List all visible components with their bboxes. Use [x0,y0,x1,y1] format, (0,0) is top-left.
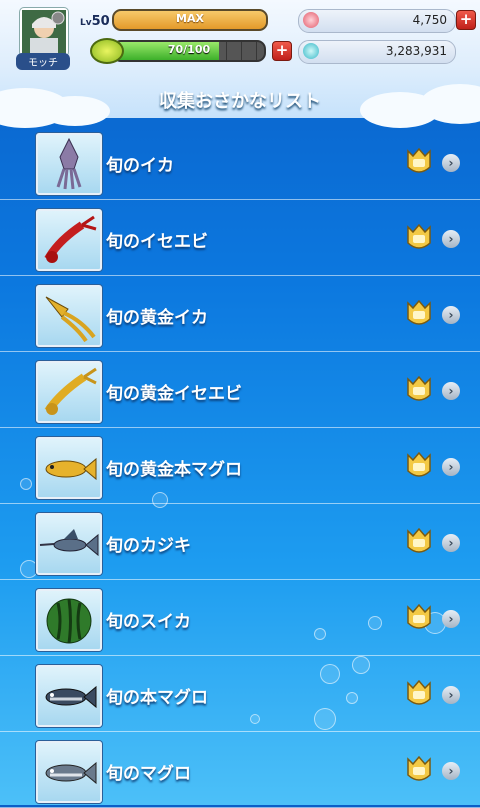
chevron-right-icon[interactable]: › [442,534,460,552]
list-item[interactable]: 旬のイカ › [0,124,480,200]
list-item[interactable]: 旬のカジキ › [0,504,480,580]
list-item[interactable]: 旬のマグロ › [0,732,480,808]
crown-badge-icon [407,375,431,401]
crown-badge-icon [407,679,431,705]
item-label: 旬の黄金イセエビ [106,384,242,404]
item-label: 旬の本マグロ [106,688,208,708]
player-name: モッチ [16,53,70,70]
tuna-icon [36,741,102,803]
list-item[interactable]: 旬のスイカ › [0,580,480,656]
chevron-right-icon[interactable]: › [442,382,460,400]
stamina-bar: 70/100 [112,40,266,62]
list-item[interactable]: 旬の黄金イカ › [0,276,480,352]
item-label: 旬の黄金イカ [106,308,208,328]
list-item[interactable]: 旬の本マグロ › [0,656,480,732]
crown-badge-icon [407,451,431,477]
exp-bar: MAX [112,9,268,31]
item-label: 旬のスイカ [106,612,191,632]
squid-icon [36,133,102,195]
crown-badge-icon [407,147,431,173]
exp-label: MAX [176,12,204,25]
gem-counter: 4,750 [298,9,456,33]
lobster-icon [36,209,102,271]
golden-squid-icon [36,285,102,347]
avatar[interactable] [20,8,68,56]
page-title: 収集おさかなリスト [159,91,321,112]
fish-list: 旬のイカ › 旬のイセエビ › 旬の黄金イカ › 旬の黄金イセエビ › 旬の黄金… [0,124,480,808]
coin-counter: 3,283,931 [298,40,456,64]
golden-lobster-icon [36,361,102,423]
gem-icon [303,12,319,28]
golden-tuna-icon [36,437,102,499]
marlin-icon [36,513,102,575]
crown-badge-icon [407,603,431,629]
stamina-text: 70/100 [167,43,211,56]
item-label: 旬のイカ [106,156,174,176]
chevron-right-icon[interactable]: › [442,610,460,628]
add-stamina-button[interactable]: + [272,41,292,61]
list-item[interactable]: 旬の黄金イセエビ › [0,352,480,428]
level-prefix: Lv [80,18,92,28]
item-label: 旬のマグロ [106,764,191,784]
level-value: 50 [91,14,110,29]
item-label: 旬の黄金本マグロ [106,460,242,480]
chevron-right-icon[interactable]: › [442,458,460,476]
player-level: Lv50 [80,14,110,29]
crown-badge-icon [407,299,431,325]
crown-badge-icon [407,527,431,553]
chevron-right-icon[interactable]: › [442,154,460,172]
fish-icon [90,38,124,64]
add-gems-button[interactable]: + [456,10,476,30]
coin-icon [303,43,319,59]
bluefin-tuna-icon [36,665,102,727]
crown-badge-icon [407,223,431,249]
list-item[interactable]: 旬の黄金本マグロ › [0,428,480,504]
watermelon-icon [36,589,102,651]
list-item[interactable]: 旬のイセエビ › [0,200,480,276]
coin-amount: 3,283,931 [385,44,447,58]
chevron-right-icon[interactable]: › [442,306,460,324]
gem-amount: 4,750 [412,13,447,27]
avatar-portrait-icon [22,10,66,54]
chevron-right-icon[interactable]: › [442,762,460,780]
item-label: 旬のイセエビ [106,232,208,252]
chevron-right-icon[interactable]: › [442,686,460,704]
item-label: 旬のカジキ [106,536,191,556]
chevron-right-icon[interactable]: › [442,230,460,248]
crown-badge-icon [407,755,431,781]
